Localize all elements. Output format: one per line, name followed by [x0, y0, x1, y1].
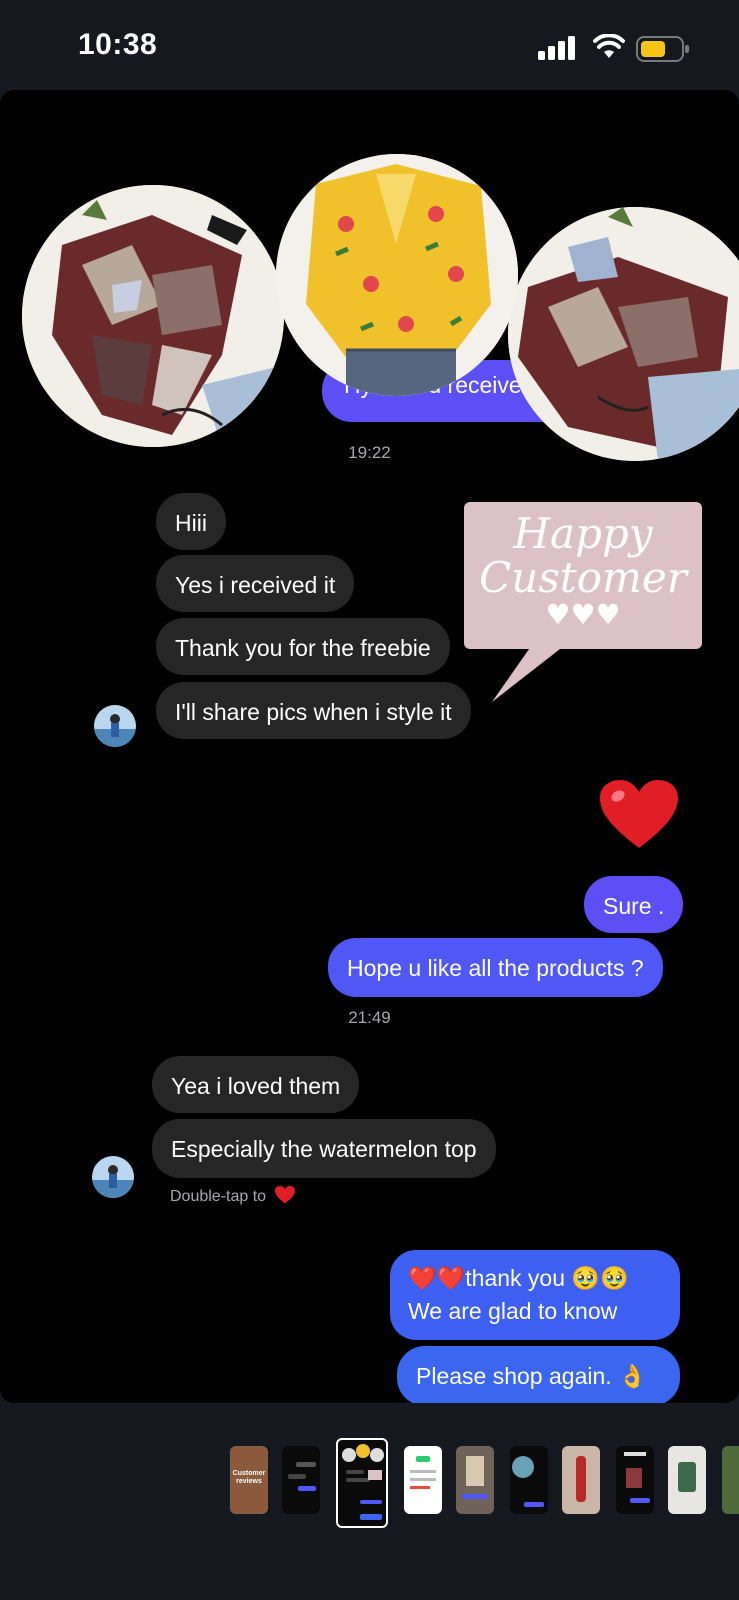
battery-icon — [636, 36, 689, 62]
incoming-message[interactable]: Especially the watermelon top — [152, 1119, 496, 1178]
happy-customer-sticker: Happy Customer ♥♥♥ — [464, 502, 702, 702]
incoming-message[interactable]: I'll share pics when i style it — [156, 682, 471, 739]
timestamp-2149: 21:49 — [348, 1008, 391, 1027]
heart-icon — [274, 1186, 295, 1204]
outgoing-message[interactable]: ❤️❤️thank you 🥹🥹 We are glad to know — [390, 1250, 680, 1340]
sender-avatar[interactable] — [92, 1156, 134, 1198]
incoming-message[interactable]: Yea i loved them — [152, 1056, 360, 1113]
outgoing-message[interactable]: Hope u like all the products ? — [328, 938, 663, 997]
outgoing-message[interactable]: Sure . — [584, 876, 684, 933]
cellular-signal-icon — [538, 36, 575, 60]
thumbnail-product[interactable] — [668, 1446, 706, 1514]
incoming-message[interactable]: Yes i received it — [156, 555, 355, 612]
incoming-message[interactable]: Thank you for the freebie — [156, 618, 450, 675]
product-photo-patchwork-right — [508, 207, 739, 461]
thumbnail-chat[interactable] — [282, 1446, 320, 1514]
story-thumbnail-strip: Customer reviews — [0, 1438, 739, 1528]
sticker-line-customer: Customer — [479, 553, 687, 602]
status-time: 10:38 — [78, 28, 158, 61]
status-bar: 10:38 — [0, 0, 739, 92]
product-photo-watermelon-top — [276, 154, 518, 396]
outgoing-line: ❤️❤️thank you 🥹🥹 — [408, 1265, 629, 1291]
chat-screenshot: Hy I did u receive — [0, 90, 739, 1403]
thumbnail-current[interactable] — [336, 1438, 388, 1528]
thumbnail-chat-3[interactable] — [616, 1446, 654, 1514]
product-photo-patchwork-left — [22, 185, 284, 447]
sender-avatar[interactable] — [94, 705, 136, 747]
double-tap-hint: Double-tap to — [170, 1186, 295, 1206]
thumbnail-receipt[interactable] — [404, 1446, 442, 1514]
incoming-message[interactable]: Hiii — [156, 493, 226, 550]
thumbnail-chat-2[interactable] — [510, 1446, 548, 1514]
sticker-hearts: ♥♥♥ — [545, 598, 621, 631]
timestamp-1922: 19:22 — [348, 443, 391, 462]
thumbnail-red-dress[interactable] — [562, 1446, 600, 1514]
wifi-icon — [593, 34, 625, 58]
outgoing-line: We are glad to know — [408, 1298, 618, 1324]
outgoing-message[interactable]: Please shop again. 👌 — [397, 1346, 680, 1403]
sticker-line-happy: Happy — [513, 509, 653, 558]
heart-reaction-icon — [600, 780, 678, 855]
thumbnail-customer-reviews[interactable]: Customer reviews — [230, 1446, 268, 1514]
thumbnail-photo[interactable] — [456, 1446, 494, 1514]
thumbnail-partial[interactable] — [722, 1446, 739, 1514]
